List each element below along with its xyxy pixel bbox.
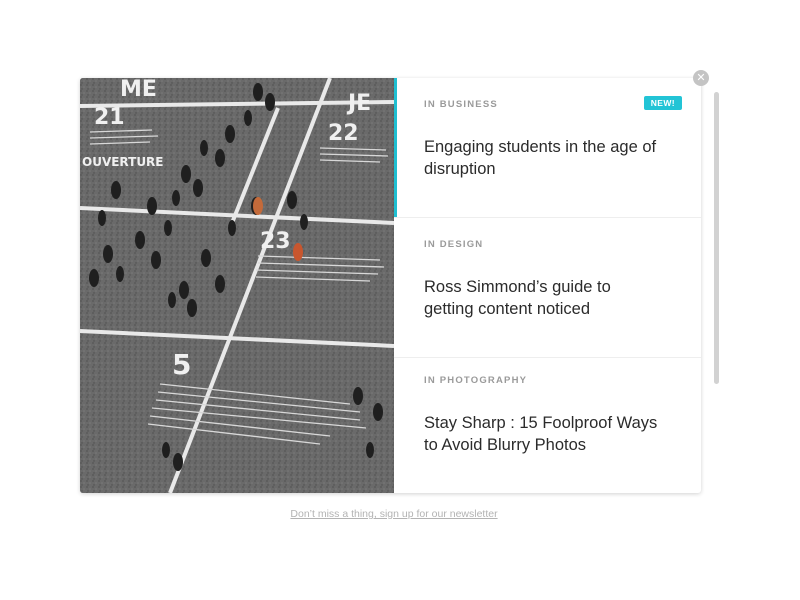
close-icon[interactable]: ✕: [693, 70, 709, 86]
article-category: IN PHOTOGRAPHY: [424, 375, 528, 386]
photo-word-ouverture: OUVERTURE: [82, 155, 164, 169]
new-badge: NEW!: [643, 96, 682, 110]
street-photo-illustration: ME JE OUVERTURE 21 22 23 5: [80, 78, 394, 493]
article-item-business[interactable]: IN BUSINESS NEW! Engaging students in th…: [394, 78, 701, 218]
article-title[interactable]: Ross Simmond’s guide to getting content …: [424, 276, 664, 320]
article-category: IN BUSINESS: [424, 99, 498, 110]
photo-number-23: 23: [260, 229, 291, 254]
article-popup: ME JE OUVERTURE 21 22 23 5 IN BUSINESS N…: [80, 78, 701, 493]
scrollbar[interactable]: [714, 92, 719, 384]
article-item-design[interactable]: IN DESIGN Ross Simmond’s guide to gettin…: [394, 218, 701, 358]
article-list: IN BUSINESS NEW! Engaging students in th…: [394, 78, 701, 493]
article-title[interactable]: Engaging students in the age of disrupti…: [424, 136, 664, 180]
photo-number-22: 22: [328, 121, 359, 146]
photo-word-je: JE: [346, 91, 371, 116]
photo-word-me: ME: [120, 78, 157, 102]
article-category: IN DESIGN: [424, 239, 484, 250]
newsletter-signup-link[interactable]: Don’t miss a thing, sign up for our news…: [0, 508, 788, 520]
article-item-photography[interactable]: IN PHOTOGRAPHY Stay Sharp : 15 Foolproof…: [394, 358, 701, 493]
article-title[interactable]: Stay Sharp : 15 Foolproof Ways to Avoid …: [424, 412, 664, 456]
photo-number-21: 21: [94, 105, 125, 130]
hero-photo: ME JE OUVERTURE 21 22 23 5: [80, 78, 394, 493]
photo-number-5: 5: [172, 348, 191, 381]
